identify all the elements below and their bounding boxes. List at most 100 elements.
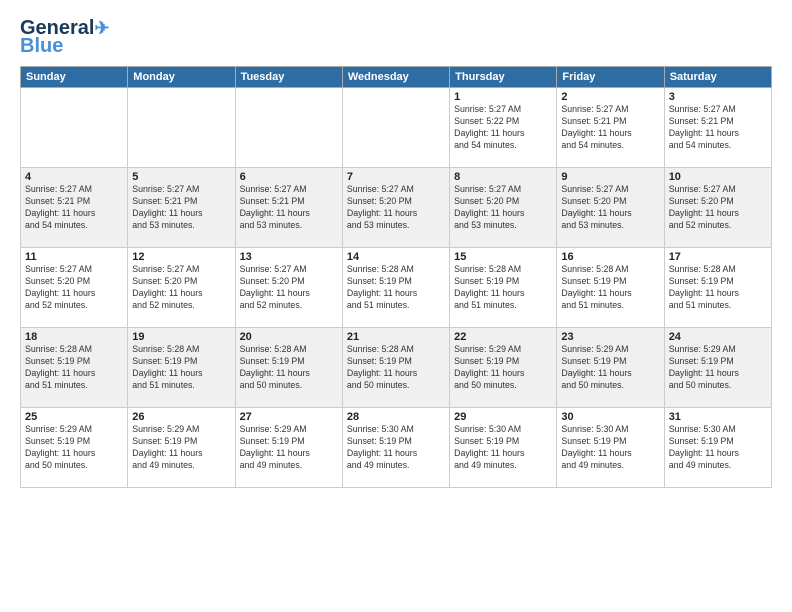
weekday-header-saturday: Saturday [664, 67, 771, 88]
day-info: Sunrise: 5:27 AM Sunset: 5:21 PM Dayligh… [132, 184, 230, 232]
day-info: Sunrise: 5:28 AM Sunset: 5:19 PM Dayligh… [669, 264, 767, 312]
day-number: 18 [25, 331, 123, 343]
day-number: 11 [25, 251, 123, 263]
day-number: 22 [454, 331, 552, 343]
day-number: 30 [561, 411, 659, 423]
day-info: Sunrise: 5:27 AM Sunset: 5:21 PM Dayligh… [561, 104, 659, 152]
day-info: Sunrise: 5:27 AM Sunset: 5:20 PM Dayligh… [669, 184, 767, 232]
day-info: Sunrise: 5:27 AM Sunset: 5:21 PM Dayligh… [669, 104, 767, 152]
day-info: Sunrise: 5:27 AM Sunset: 5:20 PM Dayligh… [347, 184, 445, 232]
day-cell: 22Sunrise: 5:29 AM Sunset: 5:19 PM Dayli… [450, 328, 557, 408]
day-number: 12 [132, 251, 230, 263]
day-number: 16 [561, 251, 659, 263]
week-row-1: 1Sunrise: 5:27 AM Sunset: 5:22 PM Daylig… [21, 88, 772, 168]
day-info: Sunrise: 5:29 AM Sunset: 5:19 PM Dayligh… [669, 344, 767, 392]
day-info: Sunrise: 5:27 AM Sunset: 5:20 PM Dayligh… [454, 184, 552, 232]
day-cell: 15Sunrise: 5:28 AM Sunset: 5:19 PM Dayli… [450, 248, 557, 328]
day-cell: 14Sunrise: 5:28 AM Sunset: 5:19 PM Dayli… [342, 248, 449, 328]
day-info: Sunrise: 5:28 AM Sunset: 5:19 PM Dayligh… [25, 344, 123, 392]
day-info: Sunrise: 5:30 AM Sunset: 5:19 PM Dayligh… [561, 424, 659, 472]
day-cell: 18Sunrise: 5:28 AM Sunset: 5:19 PM Dayli… [21, 328, 128, 408]
day-cell: 11Sunrise: 5:27 AM Sunset: 5:20 PM Dayli… [21, 248, 128, 328]
day-number: 10 [669, 171, 767, 183]
week-row-5: 25Sunrise: 5:29 AM Sunset: 5:19 PM Dayli… [21, 408, 772, 488]
day-cell: 6Sunrise: 5:27 AM Sunset: 5:21 PM Daylig… [235, 168, 342, 248]
day-cell: 30Sunrise: 5:30 AM Sunset: 5:19 PM Dayli… [557, 408, 664, 488]
day-info: Sunrise: 5:28 AM Sunset: 5:19 PM Dayligh… [347, 344, 445, 392]
day-info: Sunrise: 5:27 AM Sunset: 5:20 PM Dayligh… [561, 184, 659, 232]
day-number: 4 [25, 171, 123, 183]
header: General✈ Blue [20, 18, 772, 56]
page: General✈ Blue SundayMondayTuesdayWednesd… [0, 0, 792, 612]
day-cell: 13Sunrise: 5:27 AM Sunset: 5:20 PM Dayli… [235, 248, 342, 328]
day-info: Sunrise: 5:30 AM Sunset: 5:19 PM Dayligh… [669, 424, 767, 472]
day-info: Sunrise: 5:30 AM Sunset: 5:19 PM Dayligh… [347, 424, 445, 472]
day-info: Sunrise: 5:27 AM Sunset: 5:21 PM Dayligh… [25, 184, 123, 232]
day-number: 25 [25, 411, 123, 423]
day-info: Sunrise: 5:29 AM Sunset: 5:19 PM Dayligh… [25, 424, 123, 472]
weekday-header-monday: Monday [128, 67, 235, 88]
day-number: 29 [454, 411, 552, 423]
day-info: Sunrise: 5:27 AM Sunset: 5:20 PM Dayligh… [25, 264, 123, 312]
day-info: Sunrise: 5:29 AM Sunset: 5:19 PM Dayligh… [454, 344, 552, 392]
day-info: Sunrise: 5:27 AM Sunset: 5:20 PM Dayligh… [240, 264, 338, 312]
day-info: Sunrise: 5:27 AM Sunset: 5:20 PM Dayligh… [132, 264, 230, 312]
day-info: Sunrise: 5:28 AM Sunset: 5:19 PM Dayligh… [240, 344, 338, 392]
day-info: Sunrise: 5:29 AM Sunset: 5:19 PM Dayligh… [561, 344, 659, 392]
day-cell: 5Sunrise: 5:27 AM Sunset: 5:21 PM Daylig… [128, 168, 235, 248]
day-cell [235, 88, 342, 168]
day-number: 7 [347, 171, 445, 183]
day-cell: 9Sunrise: 5:27 AM Sunset: 5:20 PM Daylig… [557, 168, 664, 248]
day-number: 14 [347, 251, 445, 263]
day-cell: 20Sunrise: 5:28 AM Sunset: 5:19 PM Dayli… [235, 328, 342, 408]
day-cell: 7Sunrise: 5:27 AM Sunset: 5:20 PM Daylig… [342, 168, 449, 248]
week-row-2: 4Sunrise: 5:27 AM Sunset: 5:21 PM Daylig… [21, 168, 772, 248]
day-number: 6 [240, 171, 338, 183]
weekday-header-sunday: Sunday [21, 67, 128, 88]
weekday-header-row: SundayMondayTuesdayWednesdayThursdayFrid… [21, 67, 772, 88]
day-number: 23 [561, 331, 659, 343]
day-number: 3 [669, 91, 767, 103]
day-info: Sunrise: 5:28 AM Sunset: 5:19 PM Dayligh… [347, 264, 445, 312]
day-cell: 26Sunrise: 5:29 AM Sunset: 5:19 PM Dayli… [128, 408, 235, 488]
day-number: 5 [132, 171, 230, 183]
day-cell [128, 88, 235, 168]
day-cell: 4Sunrise: 5:27 AM Sunset: 5:21 PM Daylig… [21, 168, 128, 248]
day-cell [21, 88, 128, 168]
day-info: Sunrise: 5:29 AM Sunset: 5:19 PM Dayligh… [240, 424, 338, 472]
day-cell: 12Sunrise: 5:27 AM Sunset: 5:20 PM Dayli… [128, 248, 235, 328]
day-cell: 10Sunrise: 5:27 AM Sunset: 5:20 PM Dayli… [664, 168, 771, 248]
day-number: 26 [132, 411, 230, 423]
day-number: 28 [347, 411, 445, 423]
day-info: Sunrise: 5:28 AM Sunset: 5:19 PM Dayligh… [132, 344, 230, 392]
day-info: Sunrise: 5:29 AM Sunset: 5:19 PM Dayligh… [132, 424, 230, 472]
day-number: 17 [669, 251, 767, 263]
day-cell: 25Sunrise: 5:29 AM Sunset: 5:19 PM Dayli… [21, 408, 128, 488]
day-cell: 23Sunrise: 5:29 AM Sunset: 5:19 PM Dayli… [557, 328, 664, 408]
day-info: Sunrise: 5:28 AM Sunset: 5:19 PM Dayligh… [454, 264, 552, 312]
day-cell [342, 88, 449, 168]
day-number: 9 [561, 171, 659, 183]
day-cell: 8Sunrise: 5:27 AM Sunset: 5:20 PM Daylig… [450, 168, 557, 248]
day-cell: 31Sunrise: 5:30 AM Sunset: 5:19 PM Dayli… [664, 408, 771, 488]
day-number: 15 [454, 251, 552, 263]
day-number: 2 [561, 91, 659, 103]
day-number: 13 [240, 251, 338, 263]
day-cell: 19Sunrise: 5:28 AM Sunset: 5:19 PM Dayli… [128, 328, 235, 408]
day-number: 27 [240, 411, 338, 423]
day-info: Sunrise: 5:28 AM Sunset: 5:19 PM Dayligh… [561, 264, 659, 312]
day-cell: 24Sunrise: 5:29 AM Sunset: 5:19 PM Dayli… [664, 328, 771, 408]
day-cell: 17Sunrise: 5:28 AM Sunset: 5:19 PM Dayli… [664, 248, 771, 328]
day-cell: 2Sunrise: 5:27 AM Sunset: 5:21 PM Daylig… [557, 88, 664, 168]
weekday-header-wednesday: Wednesday [342, 67, 449, 88]
day-info: Sunrise: 5:30 AM Sunset: 5:19 PM Dayligh… [454, 424, 552, 472]
day-cell: 28Sunrise: 5:30 AM Sunset: 5:19 PM Dayli… [342, 408, 449, 488]
day-number: 31 [669, 411, 767, 423]
day-info: Sunrise: 5:27 AM Sunset: 5:22 PM Dayligh… [454, 104, 552, 152]
day-number: 21 [347, 331, 445, 343]
day-number: 20 [240, 331, 338, 343]
calendar: SundayMondayTuesdayWednesdayThursdayFrid… [20, 66, 772, 488]
logo-bird-icon: ✈ [94, 18, 109, 38]
day-number: 24 [669, 331, 767, 343]
logo: General✈ Blue [20, 18, 110, 56]
